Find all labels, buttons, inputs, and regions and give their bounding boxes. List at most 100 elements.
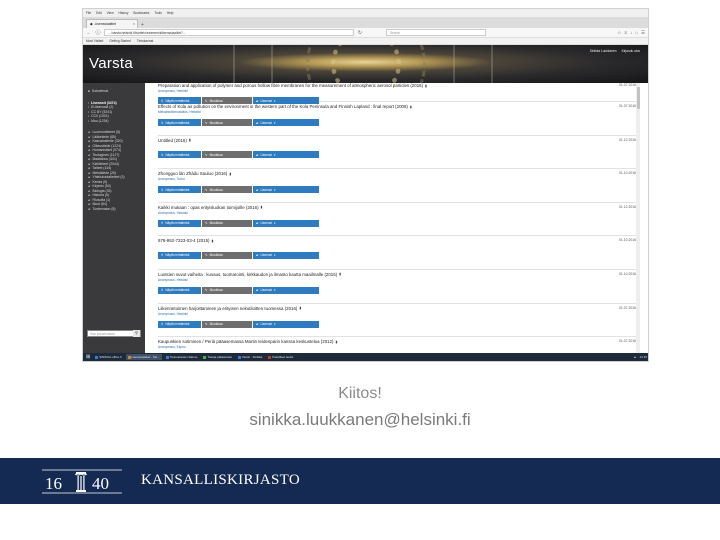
edit-button[interactable]: ✎Muokkaa xyxy=(202,320,252,328)
banner-arch xyxy=(453,45,493,83)
taskbar-item[interactable]: Tietovaraston tilanne xyxy=(164,354,200,360)
menu-file[interactable]: File xyxy=(86,11,91,15)
new-tab-icon[interactable]: + xyxy=(141,22,144,28)
edit-button[interactable]: ✎Muokkaa xyxy=(202,119,252,126)
site-brand[interactable]: Varsta xyxy=(89,55,133,72)
menu-icon[interactable]: ☰ xyxy=(641,30,645,36)
folder-icon: ▰ xyxy=(88,166,91,171)
entry-title[interactable]: Kaupunkien sotiminen / Periä pääasemassa… xyxy=(158,339,333,344)
bookmark-most-visited[interactable]: Most Visited xyxy=(86,39,103,43)
pencil-icon: ✎ xyxy=(205,322,208,327)
menu-view[interactable]: View xyxy=(107,11,114,15)
clock[interactable]: 14.15 xyxy=(639,355,647,359)
taskbar-item[interactable]: Lisenssiaaltiet - Mo... xyxy=(125,354,162,360)
edit-button[interactable]: ✎Muokkaa xyxy=(202,251,252,259)
browser-search-input[interactable]: Search xyxy=(386,29,486,36)
entry-author[interactable]: Anonymous, Helsinki xyxy=(158,312,640,316)
sidebar-item-label: Muut (84) xyxy=(92,202,107,207)
taskbar-item[interactable]: Pakolliset tiedot xyxy=(266,354,295,360)
license-button[interactable]: ▰Lisenssi▾ xyxy=(253,219,319,227)
entry-title[interactable]: Effects of Kola air pollution on the env… xyxy=(158,104,408,109)
reload-icon[interactable]: ↻ xyxy=(357,30,363,36)
star-icon[interactable]: ☆ xyxy=(617,30,621,36)
user-name-link[interactable]: Sinikka Luukkanen xyxy=(590,49,617,53)
windows-start-icon[interactable]: ⊞ xyxy=(86,354,90,360)
entry-title[interactable]: Zhongguo làn Zhàdu Sauluo (2016) xyxy=(158,171,227,176)
scrollbar-thumb[interactable] xyxy=(636,87,640,109)
footer-band: 16 40 KANSALLISKIRJASTO xyxy=(0,458,720,504)
entry-title[interactable]: Luotsien suvut vaiheita : kuvaus, tuomar… xyxy=(158,272,337,277)
entry-title[interactable]: Kaikki mukaan : opas erityisluokan toimi… xyxy=(158,205,259,210)
bookmark-getting-started[interactable]: Getting Started xyxy=(109,39,130,43)
entry-title[interactable]: Liikennetoimen harjoittaminen ja erityis… xyxy=(158,306,297,311)
edit-button[interactable]: ✎Muokkaa xyxy=(202,219,252,227)
bookmark-tietokannat[interactable]: Tietokannat xyxy=(137,39,154,43)
entry-title[interactable]: Preparation and application of polymer a… xyxy=(158,83,423,88)
caret-down-icon: ▾ xyxy=(273,288,276,293)
entry-title-row: Liikennetoimen harjoittaminen ja erityis… xyxy=(158,306,640,311)
show-metadata-button[interactable]: ⚲Näytä metatiedot xyxy=(158,186,201,194)
edit-button[interactable]: ✎Muokkaa xyxy=(202,286,252,294)
sidebar-item-label: Maatalous (441) xyxy=(92,157,117,162)
folder-icon: ▰ xyxy=(88,188,91,193)
network-icon[interactable]: ▲ xyxy=(634,355,637,359)
browser-tab[interactable]: ◆ Lisenssiaaltiet ✕ xyxy=(86,19,138,28)
menu-edit[interactable]: Edit xyxy=(96,11,102,15)
download-icon[interactable]: ↓ xyxy=(630,30,632,36)
show-metadata-button[interactable]: ⚲Näytä metatiedot xyxy=(158,119,201,126)
sidebar-item[interactable]: ▰ Tuntematon (8) xyxy=(83,207,145,212)
folder-icon: ▰ xyxy=(88,193,91,198)
entry-title[interactable]: Untitled (2016) xyxy=(158,138,187,143)
show-metadata-button[interactable]: ⚲Näytä metatiedot xyxy=(158,251,201,259)
taskbar-item-label: Lisenssiaaltiet - Mo... xyxy=(131,355,160,359)
entry-author[interactable]: Anonymous, Helsinki xyxy=(158,278,640,282)
info-icon[interactable]: ⓘ xyxy=(95,29,101,36)
home-icon[interactable]: ⌂ xyxy=(635,30,638,36)
license-button[interactable]: ▰Lisenssi▾ xyxy=(253,286,319,294)
license-button[interactable]: ▰Lisenssi▾ xyxy=(253,186,319,194)
license-button[interactable]: ▰Lisenssi▾ xyxy=(253,251,319,259)
show-metadata-button[interactable]: ⚲Näytä metatiedot xyxy=(158,219,201,227)
taskbar-item[interactable]: SINIKKA-office.fi xyxy=(93,354,123,360)
list-item: Effects of Kola air pollution on the env… xyxy=(158,102,640,136)
document-icon: ▮ xyxy=(409,104,412,109)
search-icon: ⚲ xyxy=(161,322,164,327)
license-button[interactable]: ▰Lisenssi▾ xyxy=(253,320,319,328)
back-icon[interactable]: ← xyxy=(86,30,92,36)
entry-author[interactable]: Anonymous, Espoo xyxy=(158,345,640,349)
browser-toolbar-icons: ☆ ≡ ↓ ⌂ ☰ xyxy=(617,30,645,36)
show-metadata-button[interactable]: ⚲Näytä metatiedot xyxy=(158,286,201,294)
organization-name: KANSALLISKIRJASTO xyxy=(141,472,301,488)
app-icon xyxy=(237,355,241,359)
sidebar-group-licenses: ▪ Lisenssit (3474) ▪ Ei-lisenssiä (2) ▪ CC BY… xyxy=(83,101,145,124)
scrollbar[interactable] xyxy=(636,83,640,355)
show-metadata-button[interactable]: ⚲Näytä metatiedot xyxy=(158,320,201,328)
entry-author[interactable]: Anonymous, Helsinki xyxy=(158,89,640,93)
sidebar-item-label: CC0 (1001) xyxy=(91,114,109,119)
reader-icon[interactable]: ≡ xyxy=(624,30,627,36)
license-button[interactable]: ▰Lisenssi▾ xyxy=(253,119,319,126)
menu-tools[interactable]: Tools xyxy=(154,11,161,15)
entry-title-row: Kaupunkien sotiminen / Periä pääasemassa… xyxy=(158,339,640,344)
show-metadata-button[interactable]: ⚲Näytä metatiedot xyxy=(158,151,201,159)
entry-actions: ⚲Näytä metatiedot✎Muokkaa▰Lisenssi▾ xyxy=(158,186,640,194)
entry-author[interactable]: Anonymous, Turku xyxy=(158,177,640,181)
menu-history[interactable]: History xyxy=(119,11,129,15)
menu-help[interactable]: Help xyxy=(167,11,174,15)
taskbar-item[interactable]: Viestit - Sinikka xyxy=(236,354,264,360)
logout-link[interactable]: Kirjaudu ulos xyxy=(622,49,640,53)
sidebar-search-input[interactable]: Hae kokoelmasta ⚲ xyxy=(87,330,141,337)
close-tab-icon[interactable]: ✕ xyxy=(132,22,135,26)
button-label: Muokkaa xyxy=(209,152,223,157)
entry-author[interactable]: Metsäntutkimuslaitos, Helsinki xyxy=(158,110,640,114)
edit-button[interactable]: ✎Muokkaa xyxy=(202,186,252,194)
entry-title[interactable]: 978-952-7323-03-4 (2015) xyxy=(158,238,210,243)
entry-author[interactable]: Anonymous, Helsinki xyxy=(158,211,640,215)
search-icon[interactable]: ⚲ xyxy=(133,330,140,337)
url-bar[interactable]: …/varsta.helsinki.fi/luettelo/esiemerkki… xyxy=(104,29,354,36)
search-icon: ⚲ xyxy=(161,187,164,192)
menu-bookmarks[interactable]: Bookmarks xyxy=(133,11,149,15)
license-button[interactable]: ▰Lisenssi▾ xyxy=(253,151,319,159)
taskbar-item[interactable]: Tietoja julkaisuista xyxy=(201,354,233,360)
edit-button[interactable]: ✎Muokkaa xyxy=(202,151,252,159)
